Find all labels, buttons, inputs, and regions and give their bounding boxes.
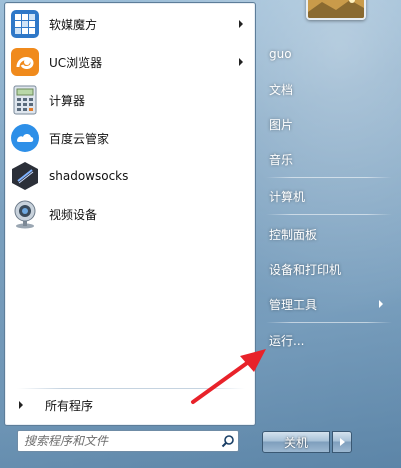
rubiks-cube-icon bbox=[9, 8, 41, 40]
all-programs-button[interactable]: 所有程序 bbox=[7, 394, 253, 416]
search-input[interactable] bbox=[18, 432, 218, 450]
places-label: 音乐 bbox=[269, 152, 294, 167]
program-item-webcam[interactable]: 视频设备 bbox=[7, 196, 253, 232]
all-programs-label: 所有程序 bbox=[45, 398, 94, 413]
calculator-icon bbox=[9, 84, 41, 116]
places-item-documents[interactable]: 文档 bbox=[260, 75, 392, 103]
places-item-run[interactable]: 运行... bbox=[260, 326, 392, 354]
program-label: shadowsocks bbox=[49, 169, 129, 183]
places-label: guo bbox=[269, 47, 292, 61]
places-item-devices-printers[interactable]: 设备和打印机 bbox=[260, 255, 392, 283]
program-item-uc-browser[interactable]: UC浏览器 bbox=[7, 44, 253, 80]
programs-pane: 软媒魔方 UC浏览器 计算器 百度云管家 shadowsocks 视频设备 所有… bbox=[4, 2, 256, 426]
submenu-arrow-icon bbox=[239, 58, 243, 66]
places-label: 控制面板 bbox=[269, 227, 318, 242]
places-item-music[interactable]: 音乐 bbox=[260, 145, 392, 173]
places-item-admin-tools[interactable]: 管理工具 bbox=[260, 290, 392, 318]
places-divider bbox=[266, 177, 392, 178]
submenu-arrow-icon bbox=[239, 20, 243, 28]
program-label: 计算器 bbox=[49, 93, 86, 108]
places-item-user[interactable]: guo bbox=[260, 40, 392, 68]
program-label: 视频设备 bbox=[49, 207, 98, 222]
places-label: 计算机 bbox=[269, 189, 306, 204]
places-label: 文档 bbox=[269, 82, 294, 97]
baidu-cloud-icon bbox=[9, 122, 41, 154]
places-pane: guo 文档 图片 音乐 计算机 控制面板 设备和打印机 管理工具 运行... bbox=[260, 0, 401, 468]
places-label: 管理工具 bbox=[269, 297, 318, 312]
chevron-right-icon bbox=[19, 401, 23, 409]
webcam-icon bbox=[9, 198, 41, 230]
search-box bbox=[17, 430, 239, 452]
shutdown-button[interactable]: 关机 bbox=[262, 431, 330, 453]
program-label: UC浏览器 bbox=[49, 55, 103, 70]
places-divider bbox=[266, 322, 392, 323]
shadowsocks-icon bbox=[9, 160, 41, 192]
program-label: 软媒魔方 bbox=[49, 17, 98, 32]
program-item-baidu-cloud[interactable]: 百度云管家 bbox=[7, 120, 253, 156]
places-label: 设备和打印机 bbox=[269, 262, 342, 277]
program-item-calculator[interactable]: 计算器 bbox=[7, 82, 253, 118]
shutdown-options-button[interactable] bbox=[332, 431, 352, 453]
uc-browser-icon bbox=[9, 46, 41, 78]
user-picture[interactable] bbox=[306, 0, 366, 20]
program-item-ruanmei[interactable]: 软媒魔方 bbox=[7, 6, 253, 42]
chevron-right-icon bbox=[339, 438, 345, 446]
shutdown-group: 关机 bbox=[262, 431, 352, 453]
program-item-shadowsocks[interactable]: shadowsocks bbox=[7, 158, 253, 194]
places-item-computer[interactable]: 计算机 bbox=[260, 182, 392, 210]
program-label: 百度云管家 bbox=[49, 131, 110, 146]
all-programs-divider bbox=[17, 388, 245, 389]
search-icon[interactable] bbox=[218, 431, 238, 451]
submenu-arrow-icon bbox=[379, 300, 383, 308]
places-item-pictures[interactable]: 图片 bbox=[260, 110, 392, 138]
places-item-control-panel[interactable]: 控制面板 bbox=[260, 220, 392, 248]
places-label: 运行... bbox=[269, 333, 305, 348]
places-label: 图片 bbox=[269, 117, 294, 132]
places-divider bbox=[266, 214, 392, 215]
